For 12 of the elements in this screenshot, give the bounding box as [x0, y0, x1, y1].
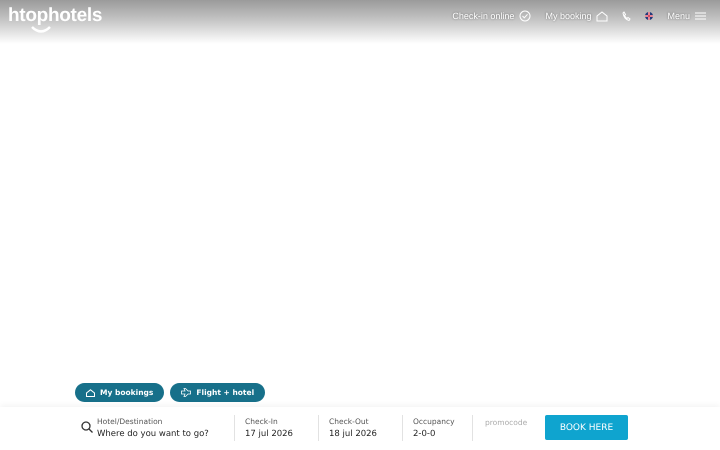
menu-icon	[695, 12, 706, 20]
book-here-button[interactable]: BOOK HERE	[545, 415, 628, 440]
field-value[interactable]: 2-0-0	[413, 428, 455, 438]
search-icon	[81, 420, 93, 432]
home-icon	[86, 388, 95, 396]
home-icon	[596, 10, 608, 22]
destination-field[interactable]: Where do you want to go?	[97, 428, 222, 438]
field-value[interactable]: 17 jul 2026	[245, 428, 293, 438]
check-circle-icon	[519, 10, 532, 22]
plane-icon	[181, 388, 192, 397]
field-value[interactable]: 18 jul 2026	[329, 428, 377, 438]
smile-icon	[30, 26, 52, 34]
